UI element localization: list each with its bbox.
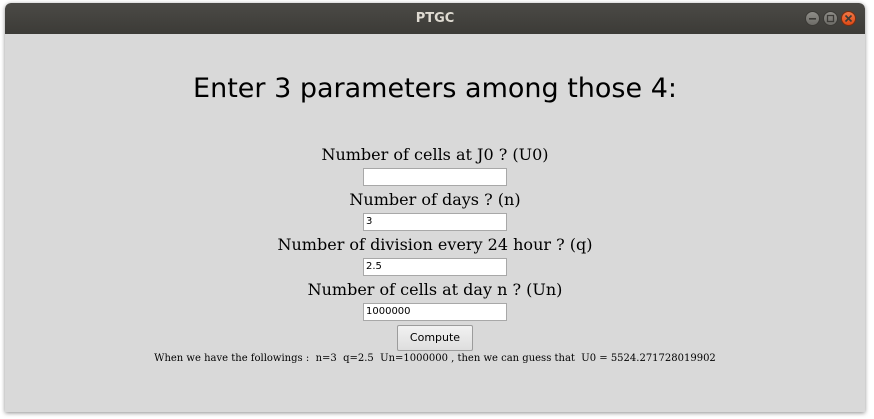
n-input[interactable]: 3 — [363, 213, 507, 231]
u0-input[interactable] — [363, 168, 507, 186]
title-bar[interactable]: PTGC — [5, 3, 865, 34]
n-label: Number of days ? (n) — [349, 190, 521, 209]
close-button[interactable] — [841, 11, 856, 26]
minimize-icon — [809, 18, 816, 20]
maximize-icon — [826, 14, 835, 23]
window-title: PTGC — [415, 11, 455, 26]
result-text: When we have the followings : n=3 q=2.5 … — [154, 353, 716, 364]
un-input[interactable]: 1000000 — [363, 303, 507, 321]
minimize-button[interactable] — [805, 11, 820, 26]
compute-button[interactable]: Compute — [397, 325, 473, 351]
app-window: PTGC Enter 3 parameters among those 4: N… — [5, 3, 865, 412]
q-label: Number of division every 24 hour ? (q) — [277, 235, 593, 254]
close-icon — [844, 14, 853, 23]
u0-label: Number of cells at J0 ? (U0) — [321, 145, 549, 164]
maximize-button[interactable] — [823, 11, 838, 26]
q-input[interactable]: 2.5 — [363, 258, 507, 276]
un-label: Number of cells at day n ? (Un) — [307, 280, 563, 299]
page-heading: Enter 3 parameters among those 4: — [193, 73, 677, 104]
